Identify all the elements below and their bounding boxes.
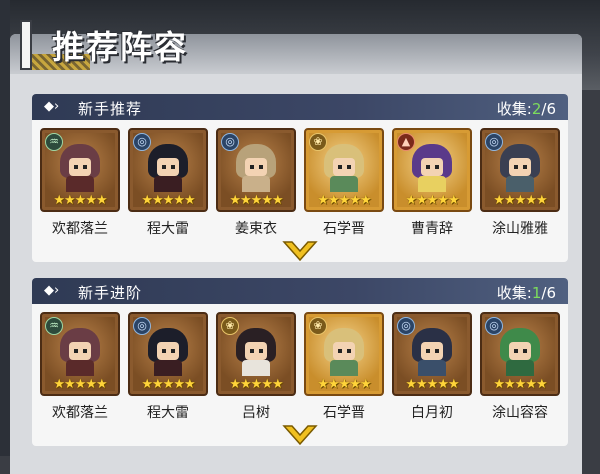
hero-card[interactable]: ◎ ★★★★★ xyxy=(392,312,472,396)
star-rating: ★★★★★ xyxy=(229,193,283,208)
section-header: ◆› 新手进阶 收集:1/6 xyxy=(32,278,568,304)
star-rating: ★★★★★ xyxy=(53,377,107,392)
hero-name: 涂山容容 xyxy=(492,405,548,421)
hero-card[interactable]: ❀ ★★★★★ xyxy=(304,312,384,396)
hero-card[interactable]: ◎ ★★★★★ xyxy=(480,312,560,396)
expand-chevron-icon[interactable] xyxy=(282,240,318,262)
hero-sprite xyxy=(236,144,276,192)
hero-sprite xyxy=(148,144,188,192)
star-rating: ★★★★★ xyxy=(405,193,459,208)
hero-card[interactable]: ◎ ★★★★★ xyxy=(128,128,208,212)
water-icon: ◎ xyxy=(485,133,503,151)
hero-sprite xyxy=(324,328,364,376)
hero-name: 石学晋 xyxy=(323,221,365,237)
hero-name: 欢都落兰 xyxy=(52,221,108,237)
lotus-icon: ❀ xyxy=(309,317,327,335)
hero-name: 吕树 xyxy=(242,405,270,421)
water-icon: ◎ xyxy=(221,133,239,151)
hero-name: 涂山雅雅 xyxy=(492,221,548,237)
section-title: 新手推荐 xyxy=(78,100,143,118)
star-rating: ★★★★★ xyxy=(53,193,107,208)
collect-progress: 收集:2/6 xyxy=(496,100,556,118)
fire-icon: ▲ xyxy=(397,133,415,151)
hero-name: 石学晋 xyxy=(323,405,365,421)
diamond-arrow-icon: ◆› xyxy=(44,283,60,298)
title-bar-icon xyxy=(20,20,32,70)
hero-card[interactable]: ♒ ★★★★★ xyxy=(40,128,120,212)
hero-card[interactable]: ◎ ★★★★★ xyxy=(480,128,560,212)
star-rating: ★★★★★ xyxy=(493,377,547,392)
water-icon: ◎ xyxy=(397,317,415,335)
section-title: 新手进阶 xyxy=(78,284,143,302)
expand-chevron-icon[interactable] xyxy=(282,424,318,446)
hero-sprite xyxy=(324,144,364,192)
hero-sprite xyxy=(500,144,540,192)
star-rating: ★★★★★ xyxy=(405,377,459,392)
hero-sprite xyxy=(412,144,452,192)
star-rating: ★★★★★ xyxy=(229,377,283,392)
star-rating: ★★★★★ xyxy=(141,193,195,208)
star-rating: ★★★★★ xyxy=(317,377,371,392)
hero-sprite xyxy=(500,328,540,376)
diamond-arrow-icon: ◆› xyxy=(44,99,60,114)
hero-sprite xyxy=(60,144,100,192)
star-rating: ★★★★★ xyxy=(493,193,547,208)
star-rating: ★★★★★ xyxy=(317,193,371,208)
section-newbie-recommend: ◆› 新手推荐 收集:2/6 ♒ ★★★★★ 欢都落兰 ◎ ★★★★★ 程大雷 ◎ ★★★★★… xyxy=(32,94,568,262)
star-rating: ★★★★★ xyxy=(141,377,195,392)
hero-card[interactable]: ▲ ★★★★★ xyxy=(392,128,472,212)
hero-sprite xyxy=(412,328,452,376)
hero-sprite xyxy=(236,328,276,376)
hero-card[interactable]: ◎ ★★★★★ xyxy=(128,312,208,396)
hero-name: 程大雷 xyxy=(147,221,189,237)
water-icon: ◎ xyxy=(485,317,503,335)
water-icon: ◎ xyxy=(133,317,151,335)
hero-card[interactable]: ◎ ★★★★★ xyxy=(216,128,296,212)
section-header: ◆› 新手推荐 收集:2/6 xyxy=(32,94,568,120)
section-newbie-advanced: ◆› 新手进阶 收集:1/6 ♒ ★★★★★ 欢都落兰 ◎ ★★★★★ 程大雷 ❀ ★★★★★… xyxy=(32,278,568,446)
wind-icon: ♒ xyxy=(45,317,63,335)
wind-icon: ♒ xyxy=(45,133,63,151)
hero-name: 姜束衣 xyxy=(235,221,277,237)
hero-sprite xyxy=(60,328,100,376)
page-title: 推荐阵容 xyxy=(52,28,189,66)
hero-card[interactable]: ❀ ★★★★★ xyxy=(304,128,384,212)
page-title-block: 推荐阵容 xyxy=(14,14,244,70)
left-edge-strip xyxy=(0,0,10,456)
hero-name: 程大雷 xyxy=(147,405,189,421)
collect-progress: 收集:1/6 xyxy=(496,284,556,302)
hero-sprite xyxy=(148,328,188,376)
hero-name: 白月初 xyxy=(411,405,453,421)
hero-card[interactable]: ♒ ★★★★★ xyxy=(40,312,120,396)
hero-name: 曹青辞 xyxy=(411,221,453,237)
lotus-icon: ❀ xyxy=(221,317,239,335)
hero-card[interactable]: ❀ ★★★★★ xyxy=(216,312,296,396)
lotus-icon: ❀ xyxy=(309,133,327,151)
hero-name: 欢都落兰 xyxy=(52,405,108,421)
water-icon: ◎ xyxy=(133,133,151,151)
